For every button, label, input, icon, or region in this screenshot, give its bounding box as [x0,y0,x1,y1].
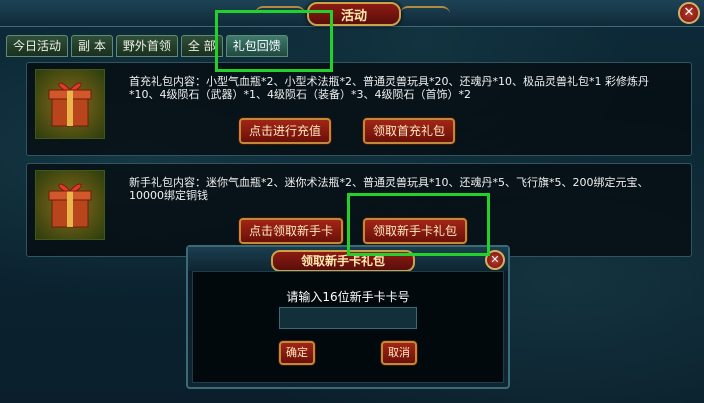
highlight-box-tab [215,10,333,72]
confirm-button[interactable]: 确定 [279,341,315,365]
cancel-button[interactable]: 取消 [381,341,417,365]
window-titlebar: 活动 ✕ [0,0,704,27]
first-recharge-gift-description: 首充礼包内容：小型气血瓶*2、小型术法瓶*2、普通灵兽玩具*20、还魂丹*10、… [129,75,649,101]
tab-today-activities[interactable]: 今日活动 [6,35,69,57]
card-number-prompt: 请输入16位新手卡卡号 [286,290,410,304]
claim-first-recharge-gift-button[interactable]: 领取首充礼包 [363,118,456,144]
title-ornament-right [400,6,450,18]
newbie-card-dialog: 领取新手卡礼包 ✕ 请输入16位新手卡卡号 确定 取消 [186,245,510,389]
card-number-input[interactable] [279,307,417,329]
first-recharge-gift-panel: 首充礼包内容：小型气血瓶*2、小型术法瓶*2、普通灵兽玩具*20、还魂丹*10、… [26,62,692,156]
highlight-box-button [347,193,490,256]
tab-dungeon[interactable]: 副 本 [71,35,113,57]
close-icon[interactable]: ✕ [678,2,700,24]
dialog-body: 请输入16位新手卡卡号 确定 取消 [192,271,504,383]
tab-field-boss[interactable]: 野外首领 [115,35,178,57]
gift-box-icon [35,170,105,240]
recharge-button[interactable]: 点击进行充值 [239,118,332,144]
gift-box-icon [35,69,105,139]
get-newbie-card-button[interactable]: 点击领取新手卡 [239,218,344,244]
